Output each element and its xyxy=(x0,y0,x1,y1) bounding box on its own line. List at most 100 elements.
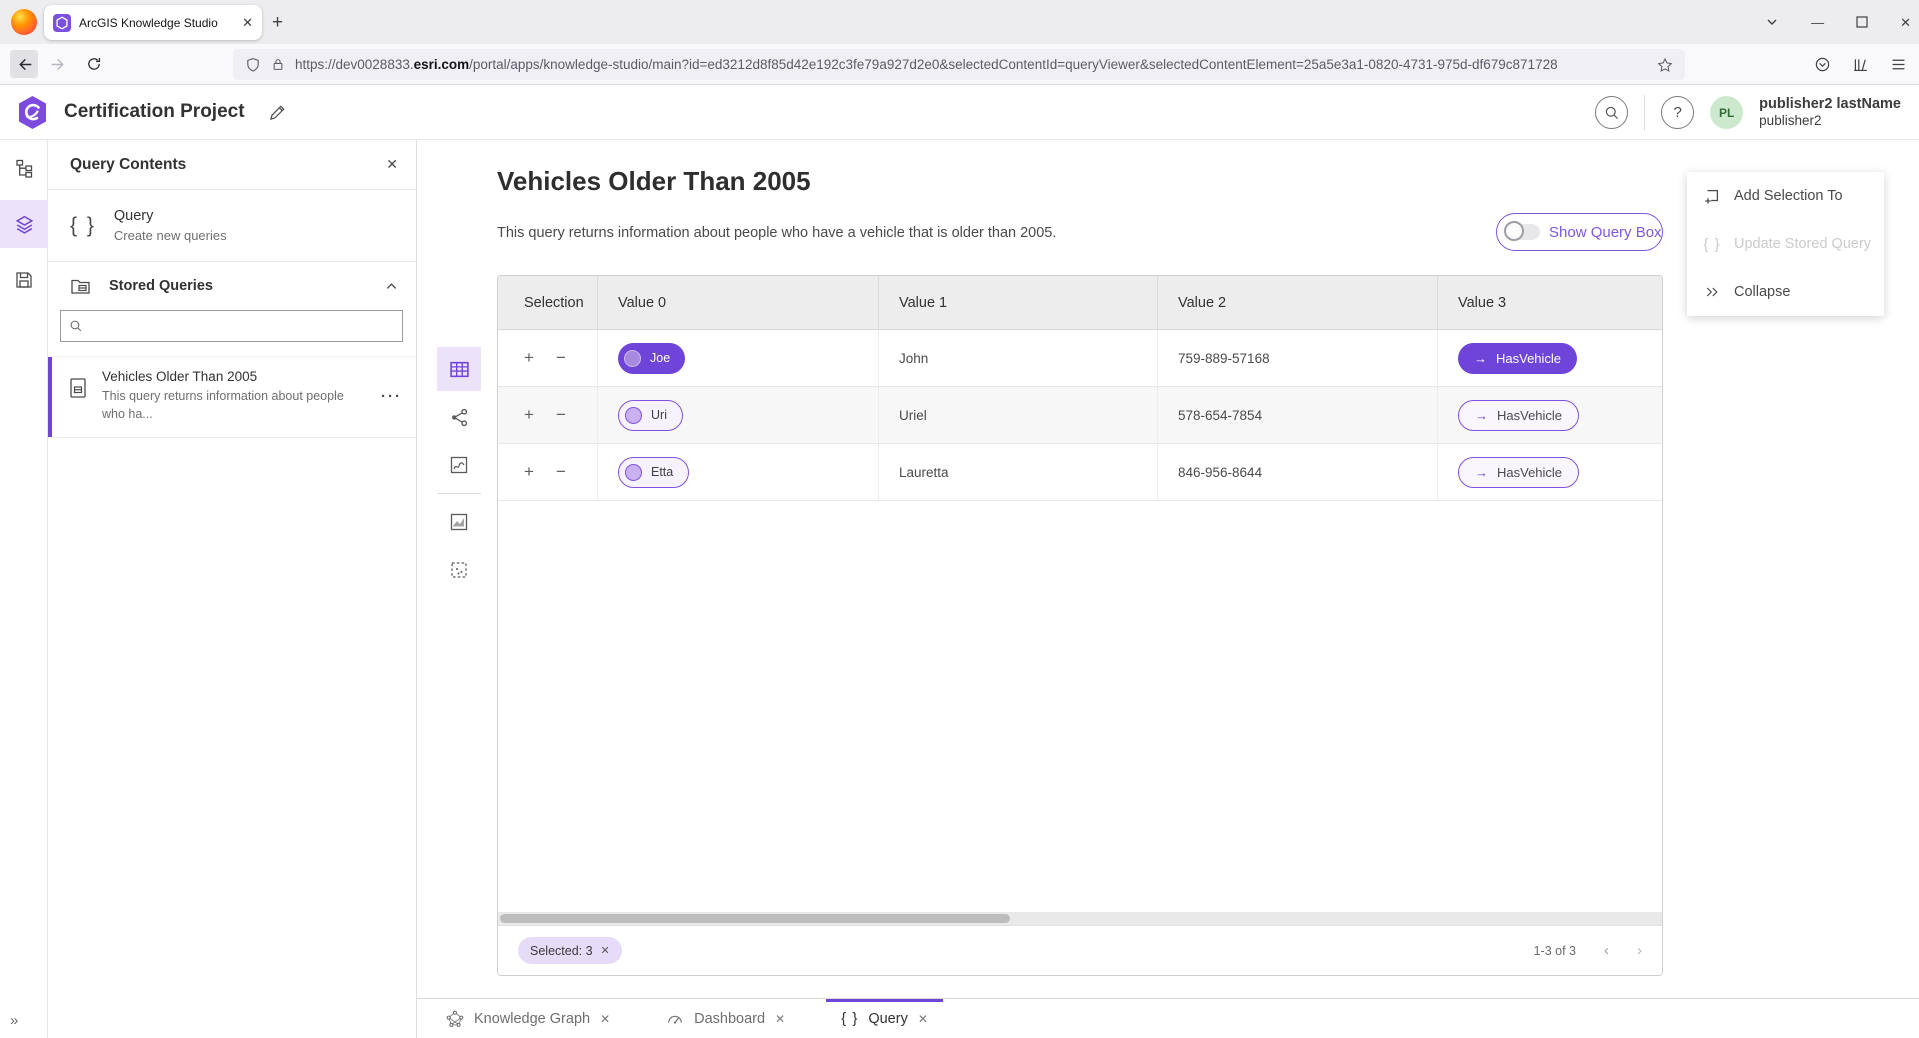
lock-icon[interactable] xyxy=(271,57,285,72)
select-tool-button[interactable] xyxy=(437,548,481,592)
window-maximize-button[interactable] xyxy=(1856,16,1868,28)
contents-layers-button[interactable] xyxy=(0,200,48,248)
previous-page-icon[interactable]: ‹ xyxy=(1604,942,1609,959)
menu-item-add-selection-to[interactable]: Add Selection To xyxy=(1687,172,1884,220)
item-options-icon[interactable]: ··· xyxy=(381,388,402,405)
stored-query-item[interactable]: Vehicles Older Than 2005 This query retu… xyxy=(48,356,416,438)
close-tab-icon[interactable]: ✕ xyxy=(918,1012,928,1026)
browser-tabstrip: ArcGIS Knowledge Studio ✕ + — ✕ xyxy=(0,0,1919,44)
tracking-shield-icon[interactable] xyxy=(245,57,261,73)
data-model-button[interactable] xyxy=(0,144,48,192)
tab-knowledge-graph[interactable]: Knowledge Graph ✕ xyxy=(431,999,625,1038)
screen: ArcGIS Knowledge Studio ✕ + — ✕ xyxy=(0,0,1919,1038)
window-minimize-button[interactable]: — xyxy=(1811,16,1824,29)
close-tab-icon[interactable]: ✕ xyxy=(600,1012,610,1026)
table-row: + − Etta Lauretta 846-956-8644 → HasVehi… xyxy=(498,444,1662,501)
knowledge-graph-icon xyxy=(446,1010,464,1028)
stored-queries-search[interactable] xyxy=(60,310,403,342)
pocket-icon[interactable] xyxy=(1814,56,1831,73)
query-item-subtitle: Create new queries xyxy=(114,228,227,243)
show-query-box-toggle[interactable]: Show Query Box xyxy=(1496,213,1663,251)
entity-dot-icon xyxy=(625,407,642,424)
horizontal-scrollbar[interactable] xyxy=(498,912,1662,925)
toolbar-divider xyxy=(437,493,481,494)
entity-pill[interactable]: Etta xyxy=(618,457,689,488)
firefox-logo-icon[interactable] xyxy=(11,9,37,35)
link-chart-view-button[interactable] xyxy=(437,395,481,439)
new-query-item[interactable]: { } Query Create new queries xyxy=(48,190,416,262)
add-to-selection-icon[interactable]: + xyxy=(524,405,534,425)
page-description: This query returns information about peo… xyxy=(497,225,1056,241)
braces-icon: { } xyxy=(1703,236,1721,253)
folder-icon xyxy=(70,276,91,296)
clear-selection-icon[interactable]: ✕ xyxy=(601,944,610,957)
remove-from-selection-icon[interactable]: − xyxy=(556,348,566,368)
table-footer: Selected: 3 ✕ 1-3 of 3 ‹ › xyxy=(498,925,1662,975)
column-header-value0[interactable]: Value 0 xyxy=(598,276,879,329)
tab-query[interactable]: { } Query ✕ xyxy=(826,999,943,1038)
edit-pencil-icon[interactable] xyxy=(268,103,287,122)
tab-dashboard[interactable]: Dashboard ✕ xyxy=(651,999,800,1038)
page-title: Vehicles Older Than 2005 xyxy=(497,166,811,197)
stored-query-doc-icon xyxy=(68,377,88,399)
tab-title: ArcGIS Knowledge Studio xyxy=(79,16,234,30)
header-divider xyxy=(1644,95,1645,131)
knowledge-studio-logo-icon[interactable] xyxy=(14,94,51,131)
entity-pill[interactable]: Uri xyxy=(618,400,683,431)
map-view-button[interactable] xyxy=(437,443,481,487)
list-tabs-chevron-icon[interactable] xyxy=(1765,15,1779,29)
browser-navbar: https://dev0028833.esri.com/portal/apps/… xyxy=(0,44,1919,85)
next-page-icon[interactable]: › xyxy=(1637,942,1642,959)
context-menu: Add Selection To { } Update Stored Query… xyxy=(1687,172,1884,316)
expand-rail-button[interactable]: » xyxy=(0,1006,48,1034)
relationship-pill[interactable]: → HasVehicle xyxy=(1458,457,1579,488)
bookmark-star-icon[interactable] xyxy=(1657,57,1673,73)
menu-item-collapse[interactable]: Collapse xyxy=(1687,268,1884,316)
double-chevron-right-icon xyxy=(1704,284,1720,300)
entity-pill[interactable]: Joe xyxy=(618,343,685,374)
relationship-arrow-icon: → xyxy=(1475,465,1488,480)
map-overview-button[interactable] xyxy=(437,500,481,544)
stored-queries-header[interactable]: Stored Queries xyxy=(48,262,416,308)
url-bar[interactable]: https://dev0028833.esri.com/portal/apps/… xyxy=(233,49,1685,80)
table-view-button[interactable] xyxy=(437,347,481,391)
chevron-up-icon[interactable] xyxy=(385,280,398,293)
menu-hamburger-icon[interactable] xyxy=(1890,56,1907,73)
user-avatar[interactable]: PL xyxy=(1710,96,1743,129)
help-button[interactable]: ? xyxy=(1661,96,1694,129)
relationship-pill[interactable]: → HasVehicle xyxy=(1458,400,1579,431)
close-tab-icon[interactable]: ✕ xyxy=(775,1012,785,1026)
map-image-icon xyxy=(449,512,469,532)
layers-icon xyxy=(14,214,35,235)
column-header-value3[interactable]: Value 3 xyxy=(1438,276,1662,329)
window-close-button[interactable]: ✕ xyxy=(1900,16,1911,29)
cell-name: John xyxy=(879,330,1158,386)
column-header-selection[interactable]: Selection xyxy=(498,276,598,329)
remove-from-selection-icon[interactable]: − xyxy=(556,462,566,482)
column-header-value1[interactable]: Value 1 xyxy=(879,276,1158,329)
add-to-selection-icon[interactable]: + xyxy=(524,348,534,368)
toggle-switch[interactable] xyxy=(1506,224,1540,240)
selected-count-chip[interactable]: Selected: 3 ✕ xyxy=(518,937,622,964)
add-to-selection-icon[interactable]: + xyxy=(524,462,534,482)
tab-close-icon[interactable]: ✕ xyxy=(242,16,253,29)
back-button[interactable] xyxy=(10,50,38,78)
selected-count-label: Selected: 3 xyxy=(530,944,593,958)
relationship-pill[interactable]: → HasVehicle xyxy=(1458,343,1577,374)
column-header-value2[interactable]: Value 2 xyxy=(1158,276,1438,329)
scrollbar-thumb[interactable] xyxy=(500,914,1010,923)
panel-close-icon[interactable]: ✕ xyxy=(386,156,398,173)
entity-dot-icon xyxy=(624,350,641,367)
results-table: Selection Value 0 Value 1 Value 2 Value … xyxy=(497,275,1663,976)
search-input[interactable] xyxy=(90,319,394,334)
browser-tab-active[interactable]: ArcGIS Knowledge Studio ✕ xyxy=(44,5,262,40)
stored-query-description: This query returns information about peo… xyxy=(102,388,354,423)
reload-button[interactable] xyxy=(80,50,108,78)
new-tab-button[interactable]: + xyxy=(272,12,283,34)
forward-button[interactable] xyxy=(44,50,72,78)
save-button[interactable] xyxy=(0,256,48,304)
cell-name: Lauretta xyxy=(879,444,1158,500)
remove-from-selection-icon[interactable]: − xyxy=(556,405,566,425)
search-button[interactable] xyxy=(1595,96,1628,129)
library-icon[interactable] xyxy=(1852,56,1869,73)
